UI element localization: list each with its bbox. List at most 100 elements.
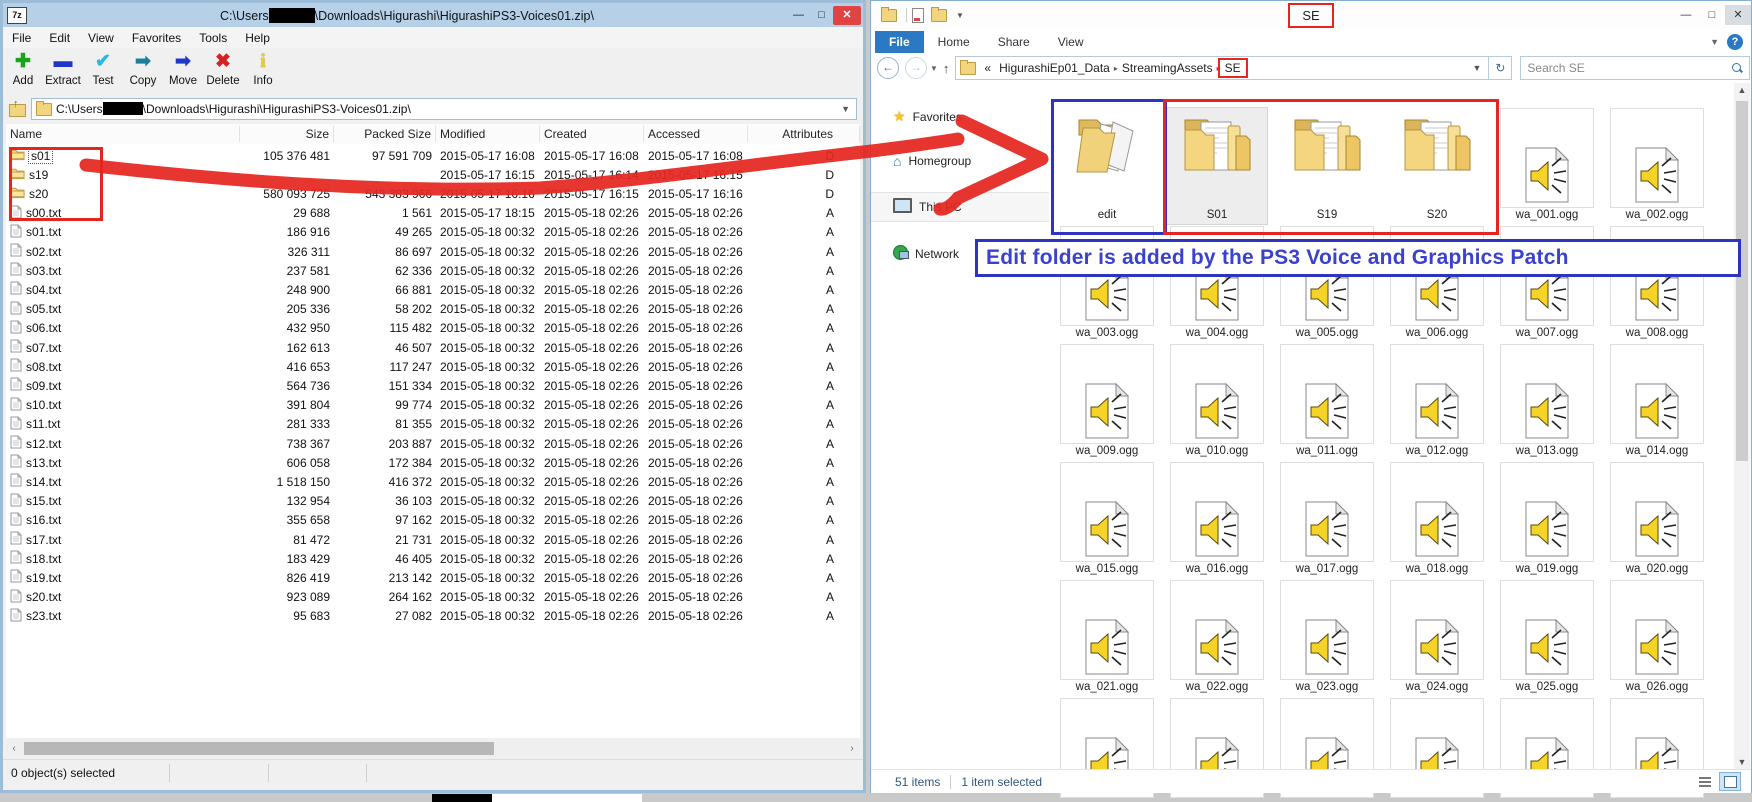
- maximize-button[interactable]: □: [1699, 5, 1725, 25]
- chevron-down-icon[interactable]: ▼: [956, 11, 964, 20]
- chevron-down-icon[interactable]: ▼: [837, 104, 854, 114]
- scroll-left-arrow[interactable]: ‹: [6, 743, 22, 754]
- file-item[interactable]: wa_010.ogg: [1167, 344, 1267, 460]
- column-header-packed-size[interactable]: Packed Size: [334, 126, 436, 142]
- tab-file[interactable]: File: [875, 31, 924, 53]
- menu-item-favorites[interactable]: Favorites: [123, 29, 190, 47]
- info-button[interactable]: iInfo: [243, 50, 283, 87]
- scroll-right-arrow[interactable]: ›: [844, 743, 860, 754]
- table-row[interactable]: s19.txt826 419213 1422015-05-18 00:32201…: [6, 568, 860, 587]
- table-row[interactable]: s10.txt391 80499 7742015-05-18 00:322015…: [6, 396, 860, 415]
- file-item[interactable]: wa_025.ogg: [1497, 580, 1597, 696]
- close-button[interactable]: ✕: [833, 6, 861, 25]
- table-row[interactable]: s04.txt248 90066 8812015-05-18 00:322015…: [6, 280, 860, 299]
- sidebar-item-homegroup[interactable]: ⌂Homegroup: [871, 148, 1049, 174]
- scrollbar-thumb[interactable]: [24, 742, 494, 755]
- large-icons-view-button[interactable]: [1719, 772, 1741, 791]
- up-button[interactable]: ↑: [943, 61, 950, 76]
- table-row[interactable]: s01105 376 48197 591 7092015-05-17 16:08…: [6, 146, 860, 165]
- minimize-button[interactable]: —: [1673, 5, 1699, 25]
- address-dropdown-icon[interactable]: ▼: [1468, 63, 1487, 73]
- file-item[interactable]: wa_001.ogg: [1497, 108, 1597, 224]
- menu-item-edit[interactable]: Edit: [40, 29, 79, 47]
- search-icon[interactable]: [1731, 62, 1743, 74]
- delete-button[interactable]: ✖Delete: [203, 50, 243, 87]
- table-row[interactable]: s02.txt326 31186 6972015-05-18 00:322015…: [6, 242, 860, 261]
- table-row[interactable]: s18.txt183 42946 4052015-05-18 00:322015…: [6, 549, 860, 568]
- file-item[interactable]: wa_024.ogg: [1387, 580, 1487, 696]
- vertical-scrollbar[interactable]: ▲ ▼: [1734, 83, 1750, 769]
- column-header-name[interactable]: Name: [6, 126, 240, 142]
- file-item[interactable]: wa_018.ogg: [1387, 462, 1487, 578]
- folder-icon[interactable]: [881, 9, 897, 22]
- sevenzip-titlebar[interactable]: 7z C:\Users\Downloads\Higurashi\Higurash…: [3, 3, 863, 27]
- column-header-accessed[interactable]: Accessed: [644, 126, 748, 142]
- table-row[interactable]: s09.txt564 736151 3342015-05-18 00:32201…: [6, 376, 860, 395]
- breadcrumb[interactable]: «HigurashiEp01_Data▸StreamingAssets▸SE▼: [955, 56, 1489, 80]
- help-icon[interactable]: ?: [1727, 34, 1743, 50]
- test-button[interactable]: ✔Test: [83, 50, 123, 87]
- file-item[interactable]: wa_009.ogg: [1057, 344, 1157, 460]
- add-button[interactable]: ✚Add: [3, 50, 43, 87]
- refresh-button[interactable]: ↻: [1489, 56, 1512, 80]
- breadcrumb-item-streamingassets[interactable]: StreamingAssets: [1118, 61, 1217, 75]
- file-item[interactable]: wa_012.ogg: [1387, 344, 1487, 460]
- table-row[interactable]: s14.txt1 518 150416 3722015-05-18 00:322…: [6, 472, 860, 491]
- file-item[interactable]: wa_015.ogg: [1057, 462, 1157, 578]
- column-header-attributes[interactable]: Attributes: [748, 126, 860, 142]
- table-row[interactable]: s06.txt432 950115 4822015-05-18 00:32201…: [6, 319, 860, 338]
- table-row[interactable]: s13.txt606 058172 3842015-05-18 00:32201…: [6, 453, 860, 472]
- table-row[interactable]: s05.txt205 33658 2022015-05-18 00:322015…: [6, 300, 860, 319]
- column-header-size[interactable]: Size: [240, 126, 334, 142]
- tab-view[interactable]: View: [1044, 31, 1098, 53]
- table-row[interactable]: s08.txt416 653117 2472015-05-18 00:32201…: [6, 357, 860, 376]
- file-item[interactable]: wa_026.ogg: [1607, 580, 1707, 696]
- table-row[interactable]: s20580 093 725543 383 9662015-05-17 16:1…: [6, 184, 860, 203]
- file-item[interactable]: wa_022.ogg: [1167, 580, 1267, 696]
- menu-item-view[interactable]: View: [79, 29, 123, 47]
- back-button[interactable]: ←: [877, 57, 899, 79]
- table-row[interactable]: s15.txt132 95436 1032015-05-18 00:322015…: [6, 492, 860, 511]
- close-button[interactable]: ✕: [1725, 5, 1751, 25]
- file-item[interactable]: wa_017.ogg: [1277, 462, 1377, 578]
- search-input[interactable]: Search SE: [1520, 56, 1750, 80]
- breadcrumb-item-higurashiep01_data[interactable]: HigurashiEp01_Data: [995, 61, 1114, 75]
- table-row[interactable]: s07.txt162 61346 5072015-05-18 00:322015…: [6, 338, 860, 357]
- file-item[interactable]: wa_020.ogg: [1607, 462, 1707, 578]
- horizontal-scrollbar[interactable]: ‹ ›: [6, 740, 860, 757]
- table-row[interactable]: s12.txt738 367203 8872015-05-18 00:32201…: [6, 434, 860, 453]
- properties-icon[interactable]: [912, 8, 924, 23]
- column-header-modified[interactable]: Modified: [436, 126, 540, 142]
- menu-item-help[interactable]: Help: [236, 29, 279, 47]
- table-row[interactable]: s11.txt281 33381 3552015-05-18 00:322015…: [6, 415, 860, 434]
- table-row[interactable]: s20.txt923 089264 1622015-05-18 00:32201…: [6, 588, 860, 607]
- column-header-created[interactable]: Created: [540, 126, 644, 142]
- new-folder-icon[interactable]: [931, 9, 947, 22]
- file-item[interactable]: wa_002.ogg: [1607, 108, 1707, 224]
- table-row[interactable]: s23.txt95 68327 0822015-05-18 00:322015-…: [6, 607, 860, 626]
- sevenzip-address-combobox[interactable]: C:\Users\Downloads\Higurashi\HigurashiPS…: [31, 98, 857, 120]
- sidebar-item-this-pc[interactable]: This PC: [871, 192, 1049, 222]
- table-row[interactable]: s16.txt355 65897 1622015-05-18 00:322015…: [6, 511, 860, 530]
- breadcrumb-item-overflow[interactable]: «: [980, 61, 995, 75]
- explorer-titlebar[interactable]: ▼ SE — □ ✕: [871, 1, 1751, 29]
- scrollbar-thumb[interactable]: [1736, 101, 1748, 461]
- folder-up-icon[interactable]: ↑: [9, 101, 27, 117]
- expand-ribbon-icon[interactable]: ▼: [1710, 37, 1719, 47]
- tab-share[interactable]: Share: [984, 31, 1044, 53]
- file-item[interactable]: wa_021.ogg: [1057, 580, 1157, 696]
- details-view-button[interactable]: [1694, 772, 1716, 791]
- scroll-up-arrow[interactable]: ▲: [1734, 85, 1750, 95]
- table-row[interactable]: s192015-05-17 16:152015-05-17 16:142015-…: [6, 165, 860, 184]
- file-item[interactable]: wa_016.ogg: [1167, 462, 1267, 578]
- file-item[interactable]: wa_014.ogg: [1607, 344, 1707, 460]
- file-item[interactable]: wa_013.ogg: [1497, 344, 1597, 460]
- menu-item-tools[interactable]: Tools: [190, 29, 236, 47]
- table-row[interactable]: s17.txt81 47221 7312015-05-18 00:322015-…: [6, 530, 860, 549]
- table-row[interactable]: s01.txt186 91649 2652015-05-18 00:322015…: [6, 223, 860, 242]
- menu-item-file[interactable]: File: [3, 29, 40, 47]
- minimize-button[interactable]: —: [787, 6, 810, 25]
- maximize-button[interactable]: □: [810, 6, 833, 25]
- table-row[interactable]: s00.txt29 6881 5612015-05-17 18:152015-0…: [6, 204, 860, 223]
- tab-home[interactable]: Home: [924, 31, 984, 53]
